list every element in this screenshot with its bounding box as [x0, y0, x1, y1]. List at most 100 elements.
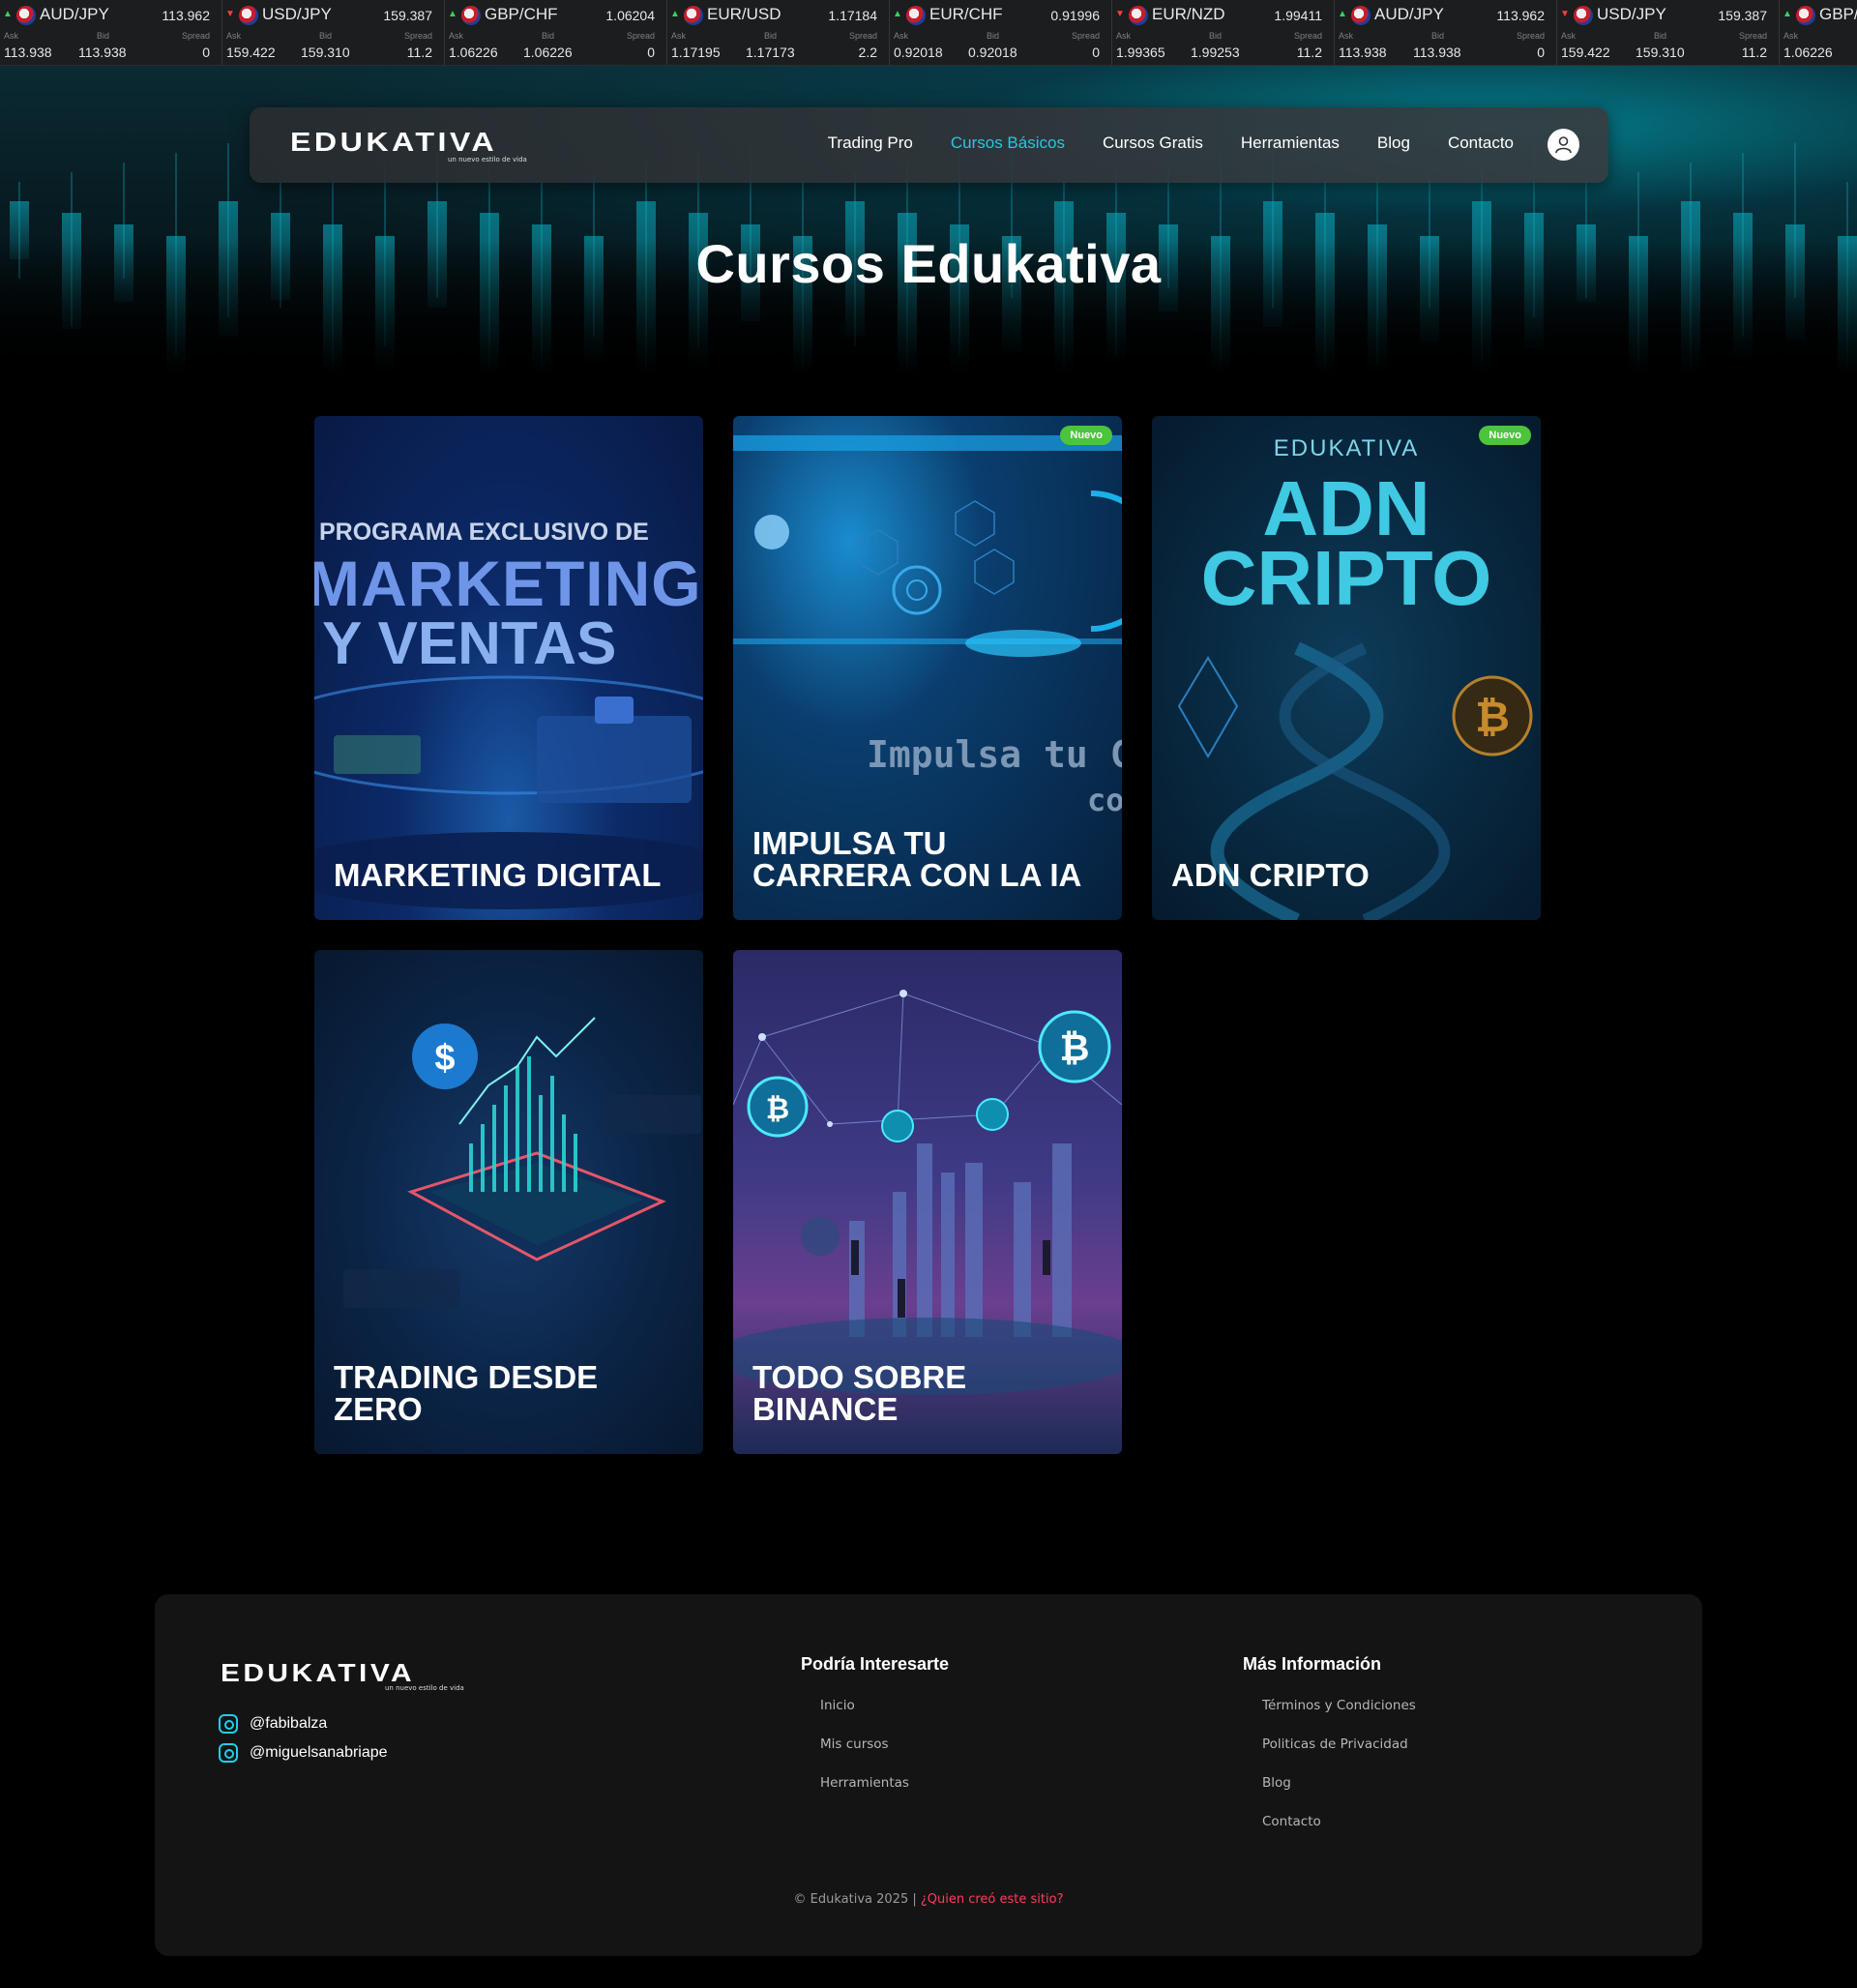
svg-text:₿: ₿	[1475, 694, 1510, 741]
currency-flag-icon	[1796, 6, 1815, 25]
ticker-bid: 159.310	[1636, 45, 1685, 60]
ticker-item: ▼ USD/JPY 159.387 Ask Bid Spread 159.422 159.31…	[222, 0, 445, 65]
instagram-link-fabibalza[interactable]: @fabibalza	[219, 1714, 327, 1734]
ticker-bid: 113.938	[78, 45, 127, 60]
ticker-bid-label: Bid	[1654, 31, 1667, 41]
ticker-spread-label: Spread	[403, 31, 432, 41]
ticker-ask-label: Ask	[226, 31, 242, 41]
arrow-up-icon: ▲	[448, 9, 457, 19]
brand-logo[interactable]: EDUKATIVA un nuevo estilo de vida	[290, 127, 532, 165]
ticker-spread-label: Spread	[1516, 31, 1545, 41]
ticker-ask-label: Ask	[1339, 31, 1354, 41]
ticker-item: ▲GBP/AskBidSpread1.06226	[1780, 0, 1857, 65]
course-title: TRADING DESDE ZERO	[334, 1359, 599, 1427]
marketing-art-line1: PROGRAMA EXCLUSIVO DE	[319, 519, 649, 546]
ticker-item: ▲ AUD/JPY 113.962 Ask Bid Spread 113.938 113.93…	[1335, 0, 1557, 65]
main-navbar: EDUKATIVA un nuevo estilo de vida Tradin…	[250, 107, 1608, 183]
ticker-price: 1.06204	[605, 8, 655, 23]
ticker-bid-label: Bid	[987, 31, 1000, 41]
ticker-ask-label: Ask	[671, 31, 687, 41]
svg-text:₿: ₿	[1060, 1028, 1090, 1069]
arrow-up-icon: ▲	[1338, 9, 1347, 19]
ia-art-line2: co	[1087, 782, 1122, 818]
ticker-pair: AUD/JPY	[40, 5, 109, 23]
nav-item-herramientas[interactable]: Herramientas	[1241, 134, 1340, 153]
ticker-ask: 113.938	[1339, 45, 1387, 60]
currency-flag-icon	[906, 6, 926, 25]
adn-art-brand: EDUKATIVA	[1273, 435, 1420, 461]
course-card-ia[interactable]: Nuevo Impulsa tu C co IMPULSA TU CARRERA…	[733, 416, 1122, 920]
ticker-price: 159.387	[383, 8, 432, 23]
arrow-down-icon: ▼	[1115, 9, 1125, 19]
footer-link-privacidad[interactable]: Politicas de Privacidad	[1262, 1736, 1408, 1752]
instagram-icon	[219, 1714, 238, 1734]
ticker-pair: EUR/CHF	[929, 5, 1003, 23]
copyright: © Edukativa 2025 | ¿Quien creó este siti…	[155, 1892, 1702, 1907]
currency-flag-icon	[239, 6, 258, 25]
ticker-spread-label: Spread	[1738, 31, 1767, 41]
ticker-price: 1.99411	[1274, 8, 1322, 23]
footer-link-contacto[interactable]: Contacto	[1262, 1814, 1321, 1829]
footer-heading-mas-info: Más Información	[1243, 1654, 1382, 1674]
ticker-ask: 1.17195	[671, 45, 721, 60]
course-card-adn-cripto[interactable]: ₿ Nuevo EDUKATIVA ADN CRIPTO ADN CRIPTO	[1152, 416, 1541, 920]
nav-menu: Trading Pro Cursos Básicos Cursos Gratis…	[828, 134, 1514, 153]
ticker-pair: USD/JPY	[262, 5, 332, 23]
currency-flag-icon	[1574, 6, 1593, 25]
user-account-icon[interactable]	[1548, 129, 1579, 161]
ticker-item: ▲ EUR/CHF 0.91996 Ask Bid Spread 0.92018 0.9201…	[890, 0, 1112, 65]
brand-name: EDUKATIVA	[290, 127, 498, 157]
nav-item-trading-pro[interactable]: Trading Pro	[828, 134, 913, 153]
arrow-up-icon: ▲	[893, 9, 902, 19]
svg-text:$: $	[434, 1038, 455, 1079]
ticker-bid-label: Bid	[1209, 31, 1223, 41]
ticker-pair: EUR/NZD	[1152, 5, 1225, 23]
ticker-item: ▲ EUR/USD 1.17184 Ask Bid Spread 1.17195 1.1717…	[667, 0, 890, 65]
ticker-spread-label: Spread	[626, 31, 655, 41]
currency-ticker: ▲ AUD/JPY 113.962 Ask Bid Spread 113.938 113.93…	[0, 0, 1857, 66]
footer-link-herramientas[interactable]: Herramientas	[820, 1775, 909, 1791]
footer-link-inicio[interactable]: Inicio	[820, 1698, 855, 1713]
ticker-ask: 159.422	[226, 45, 276, 60]
ticker-pair: EUR/USD	[707, 5, 781, 23]
credit-link[interactable]: ¿Quien creó este sitio?	[921, 1892, 1064, 1907]
currency-flag-icon	[684, 6, 703, 25]
ticker-spread-label: Spread	[1293, 31, 1322, 41]
ticker-bid-label: Bid	[1431, 31, 1445, 41]
course-card-trading-desde-zero[interactable]: $ TRADING DESDE ZERO	[314, 950, 703, 1454]
currency-flag-icon	[1129, 6, 1148, 25]
ticker-ask: 1.06226	[1783, 45, 1833, 60]
page-title: Cursos Edukativa	[695, 233, 1162, 294]
course-title: MARKETING DIGITAL	[334, 857, 662, 893]
instagram-handle: @fabibalza	[250, 1715, 328, 1732]
ticker-pair: GBP/	[1819, 5, 1857, 23]
nav-item-contacto[interactable]: Contacto	[1448, 134, 1514, 153]
nav-item-blog[interactable]: Blog	[1377, 134, 1410, 153]
course-card-binance[interactable]: ₿ ₿ TODO SOBRE BINANCE	[733, 950, 1122, 1454]
ticker-spread-label: Spread	[1071, 31, 1100, 41]
footer-brand-tagline: un nuevo estilo de vida	[385, 1684, 464, 1692]
ticker-spread: 0	[1537, 45, 1545, 60]
ticker-ask-label: Ask	[1783, 31, 1799, 41]
footer-link-blog[interactable]: Blog	[1262, 1775, 1291, 1791]
ticker-bid: 1.99253	[1191, 45, 1240, 60]
footer-heading-interesarte: Podría Interesarte	[801, 1654, 950, 1674]
footer-logo[interactable]: EDUKATIVA un nuevo estilo de vida	[221, 1658, 472, 1697]
nav-item-cursos-basicos[interactable]: Cursos Básicos	[951, 134, 1065, 153]
course-title: IMPULSA TU CARRERA CON LA IA	[752, 825, 1082, 893]
ticker-spread: 0	[647, 45, 655, 60]
footer-link-mis-cursos[interactable]: Mis cursos	[820, 1736, 889, 1752]
ticker-spread: 0	[202, 45, 210, 60]
marketing-art-line3: Y VENTAS	[322, 610, 617, 677]
instagram-handle: @miguelsanabriape	[250, 1744, 388, 1761]
nav-item-cursos-gratis[interactable]: Cursos Gratis	[1103, 134, 1203, 153]
ticker-bid: 159.310	[301, 45, 350, 60]
arrow-down-icon: ▼	[1560, 9, 1570, 19]
ticker-ask-label: Ask	[449, 31, 464, 41]
footer-link-terminos[interactable]: Términos y Condiciones	[1262, 1698, 1416, 1713]
ticker-ask: 1.99365	[1116, 45, 1165, 60]
course-card-marketing-digital[interactable]: PROGRAMA EXCLUSIVO DE MARKETING Y VENTAS…	[314, 416, 703, 920]
instagram-link-miguelsanabriape[interactable]: @miguelsanabriape	[219, 1743, 388, 1763]
ticker-ask-label: Ask	[1116, 31, 1132, 41]
currency-flag-icon	[461, 6, 481, 25]
